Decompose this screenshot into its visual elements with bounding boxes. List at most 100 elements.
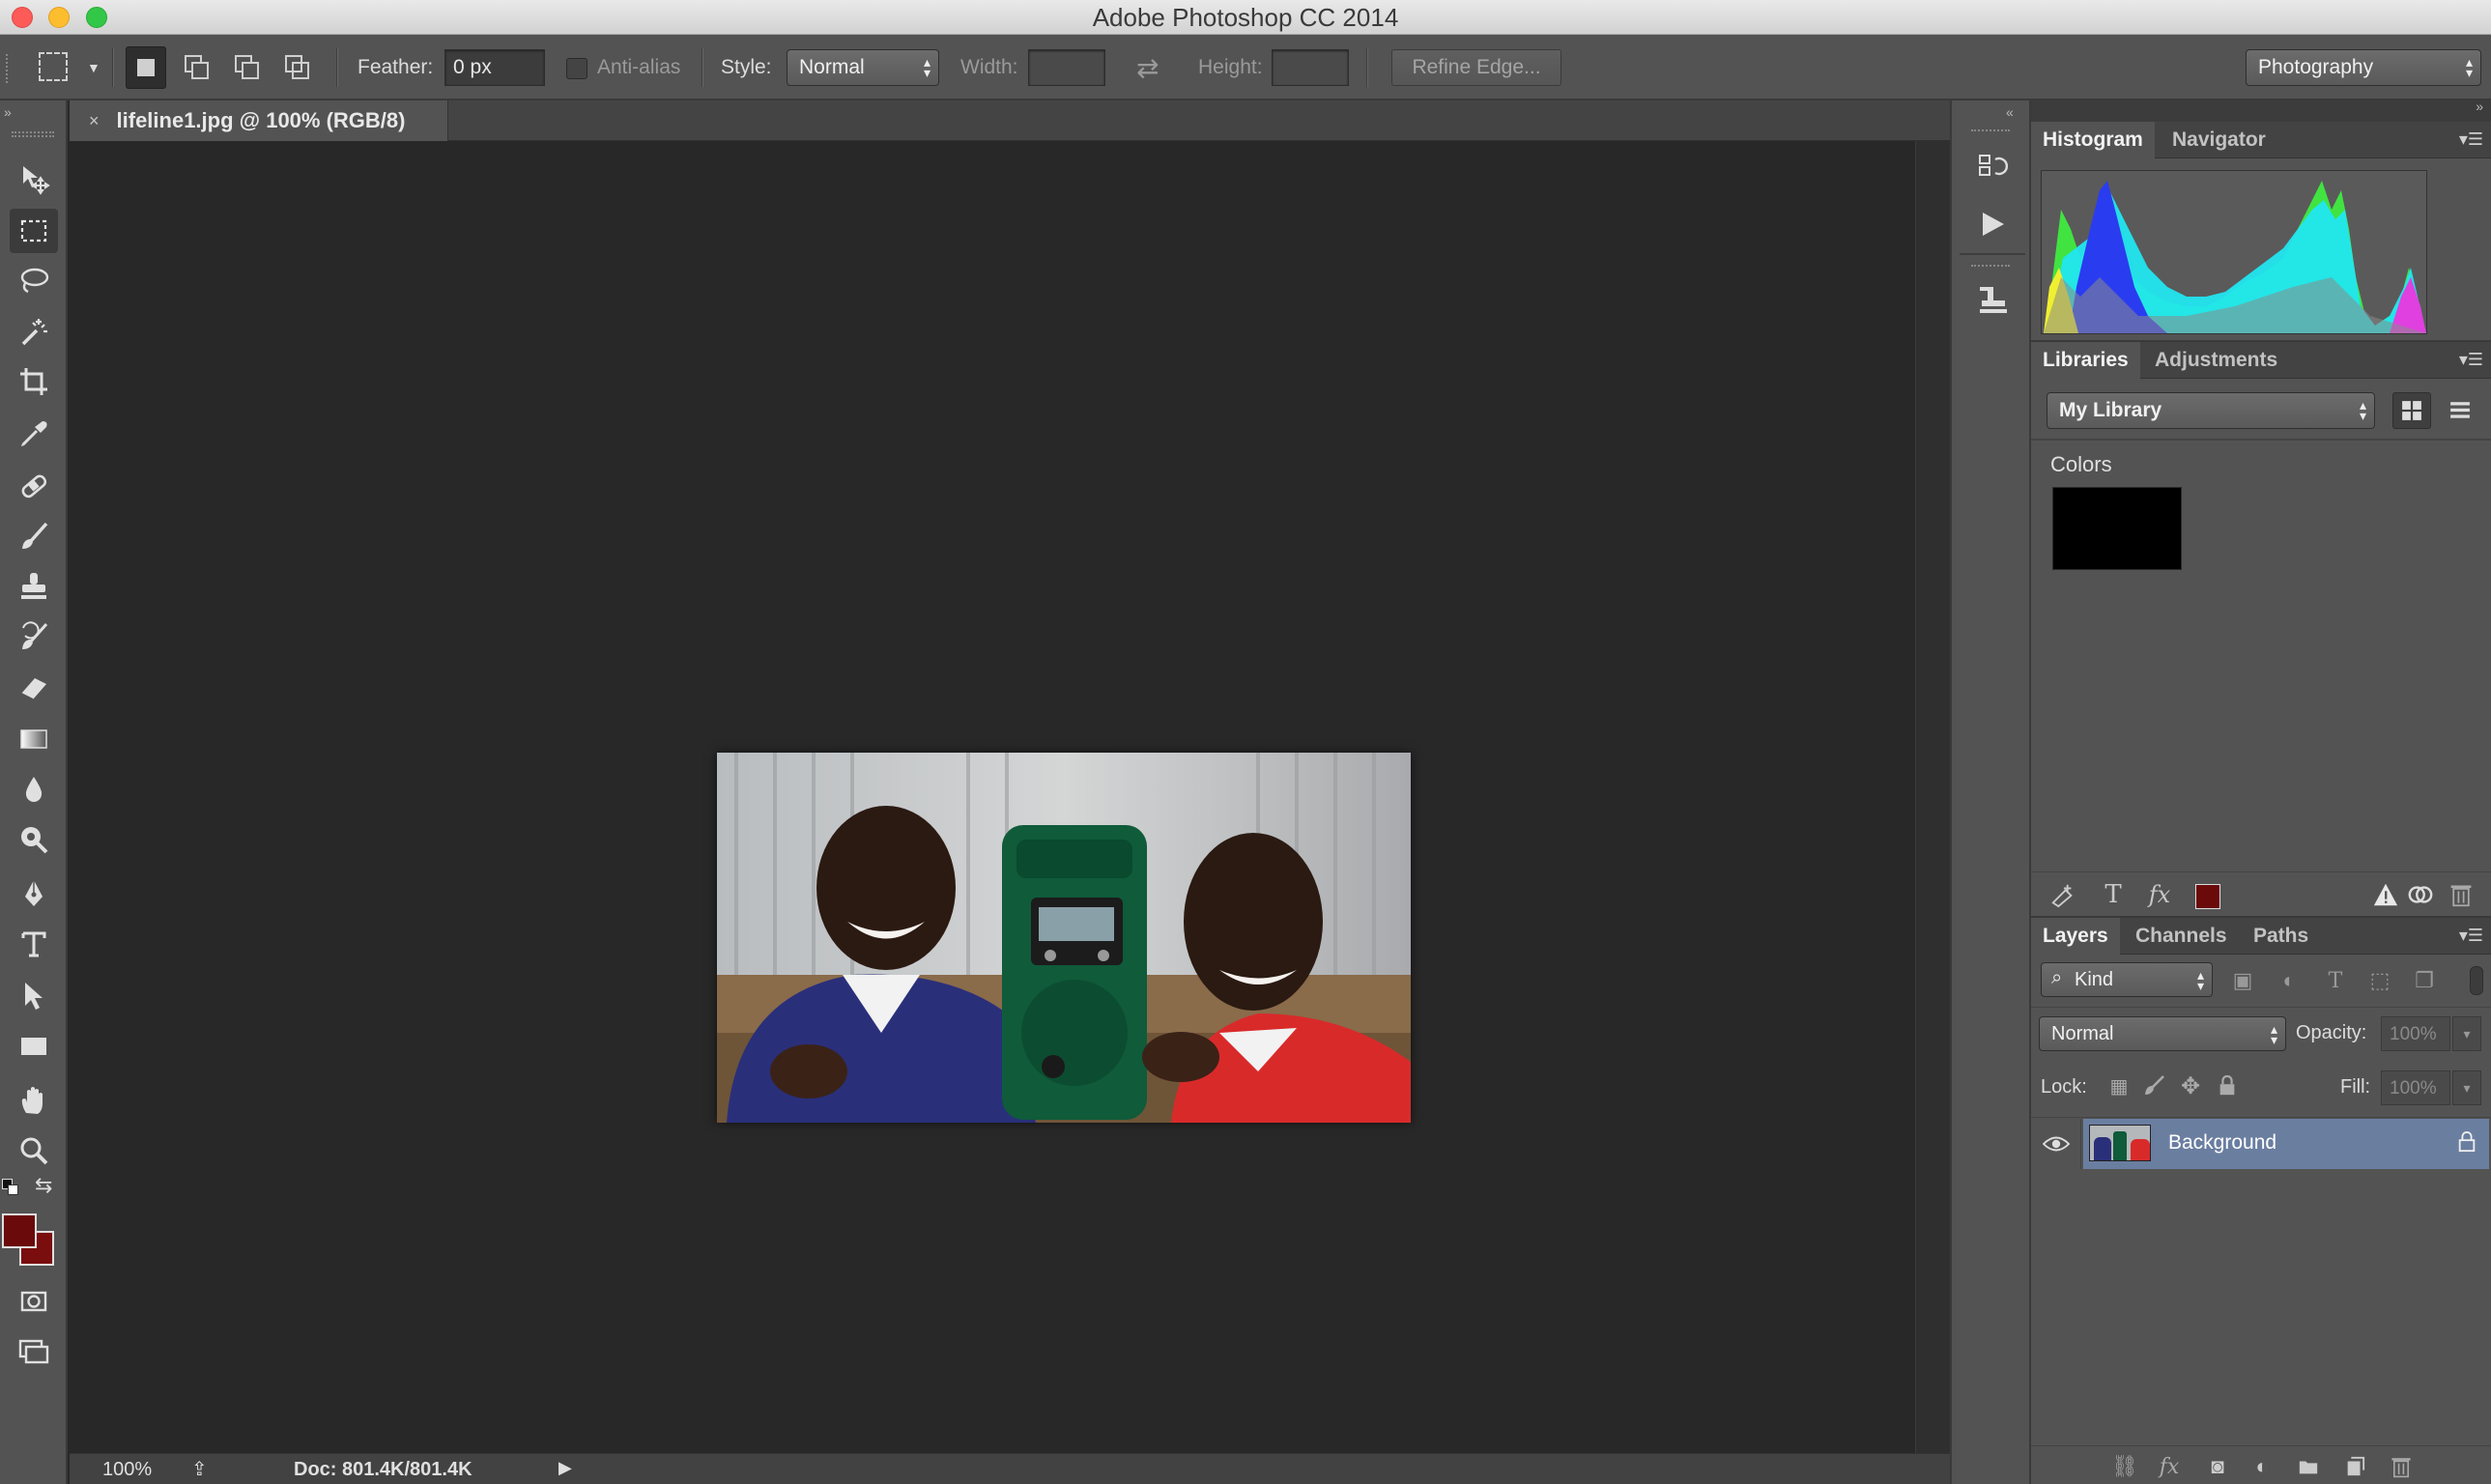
tools-panel-grip[interactable] xyxy=(12,131,54,137)
dock-grip[interactable] xyxy=(1971,129,2010,135)
canvas-vertical-scrollbar[interactable] xyxy=(1915,141,1950,1453)
filter-shape-layers-icon[interactable]: ⬚ xyxy=(2363,964,2396,997)
screen-mode-button[interactable] xyxy=(10,1329,58,1374)
history-panel-icon[interactable] xyxy=(1971,147,2014,189)
add-layer-style-icon[interactable]: fx xyxy=(2153,1450,2186,1483)
tab-channels[interactable]: Channels xyxy=(2124,918,2239,955)
tab-layers[interactable]: Layers xyxy=(2031,918,2120,955)
add-layer-style-icon[interactable]: fx xyxy=(2143,878,2176,911)
new-adjustment-layer-icon[interactable]: ◐ xyxy=(2246,1450,2278,1483)
quick-mask-mode-button[interactable] xyxy=(10,1279,58,1324)
options-bar-grip[interactable] xyxy=(6,54,10,83)
zoom-level[interactable]: 100% xyxy=(102,1459,152,1481)
path-selection-tool[interactable] xyxy=(10,974,58,1018)
tab-libraries[interactable]: Libraries xyxy=(2031,342,2140,379)
close-document-icon[interactable]: × xyxy=(89,111,100,131)
filter-type-layers-icon[interactable]: T xyxy=(2319,964,2352,997)
document-image[interactable] xyxy=(717,753,1411,1123)
feather-input[interactable]: 0 px xyxy=(444,49,545,86)
add-graphic-icon[interactable] xyxy=(2047,878,2079,911)
refine-edge-button[interactable]: Refine Edge... xyxy=(1391,49,1561,86)
opacity-input[interactable]: 100% xyxy=(2381,1016,2450,1051)
new-group-icon[interactable] xyxy=(2292,1450,2325,1483)
add-character-style-icon[interactable]: T xyxy=(2097,878,2130,911)
share-icon[interactable]: ⇪ xyxy=(191,1457,208,1481)
panel-menu-icon[interactable]: ▾☰ xyxy=(2459,129,2483,150)
hand-tool[interactable] xyxy=(10,1078,58,1123)
lock-transparent-pixels-icon[interactable]: ▦ xyxy=(2104,1070,2133,1101)
layer-visibility-toggle[interactable] xyxy=(2031,1119,2081,1169)
filter-pixel-layers-icon[interactable]: ▣ xyxy=(2226,964,2259,997)
clone-source-panel-icon[interactable] xyxy=(1971,278,2014,321)
lock-position-icon[interactable]: ✥ xyxy=(2176,1070,2205,1101)
zoom-tool[interactable] xyxy=(10,1128,58,1173)
library-color-swatch[interactable] xyxy=(2052,487,2182,570)
crop-tool[interactable] xyxy=(10,359,58,404)
actions-panel-icon[interactable] xyxy=(1971,203,2014,245)
tab-navigator[interactable]: Navigator xyxy=(2161,122,2277,158)
delete-layer-icon[interactable] xyxy=(2385,1450,2418,1483)
add-foreground-color-icon[interactable] xyxy=(2195,884,2220,909)
creative-cloud-sync-icon[interactable] xyxy=(2404,878,2437,911)
filter-toggle[interactable] xyxy=(2470,966,2483,995)
width-input[interactable] xyxy=(1028,49,1105,86)
filter-smart-objects-icon[interactable]: ❐ xyxy=(2408,964,2441,997)
document-tab[interactable]: × lifeline1.jpg @ 100% (RGB/8) xyxy=(70,100,448,141)
default-colors-icon[interactable] xyxy=(2,1179,19,1196)
workspace-select[interactable]: Photography ▴ ▾ xyxy=(2246,49,2481,86)
clone-stamp-tool[interactable] xyxy=(10,564,58,609)
lasso-tool[interactable] xyxy=(10,259,58,303)
move-tool[interactable] xyxy=(10,157,58,201)
eraser-tool[interactable] xyxy=(10,665,58,709)
blend-mode-select[interactable]: Normal ▴ ▾ xyxy=(2039,1016,2286,1051)
gradient-tool[interactable] xyxy=(10,717,58,761)
opacity-dropdown-icon[interactable]: ▾ xyxy=(2452,1016,2481,1051)
add-to-selection-button[interactable] xyxy=(177,46,217,89)
layer-filter-select[interactable]: ⌕ Kind ▴ ▾ xyxy=(2041,962,2213,997)
panel-menu-icon[interactable]: ▾☰ xyxy=(2459,926,2483,946)
list-view-button[interactable] xyxy=(2441,392,2479,429)
history-brush-tool[interactable] xyxy=(10,614,58,659)
lock-all-icon[interactable] xyxy=(2213,1070,2242,1101)
spot-healing-brush-tool[interactable] xyxy=(10,464,58,508)
marquee-tool-preset-icon[interactable] xyxy=(39,52,68,81)
new-selection-button[interactable] xyxy=(126,46,166,89)
fill-dropdown-icon[interactable]: ▾ xyxy=(2452,1070,2481,1105)
panel-menu-icon[interactable]: ▾☰ xyxy=(2459,350,2483,370)
filter-adjustment-layers-icon[interactable]: ◐ xyxy=(2273,964,2305,997)
new-layer-icon[interactable] xyxy=(2338,1450,2371,1483)
swap-width-height-icon[interactable]: ⇄ xyxy=(1136,35,1159,100)
eyedropper-tool[interactable] xyxy=(10,412,58,456)
tab-histogram[interactable]: Histogram xyxy=(2031,122,2155,158)
subtract-from-selection-button[interactable] xyxy=(227,46,268,89)
document-canvas[interactable] xyxy=(70,141,1915,1453)
style-select[interactable]: Normal ▴ ▾ xyxy=(787,49,939,86)
collapse-panel-icon[interactable]: » xyxy=(2476,99,2483,114)
height-input[interactable] xyxy=(1272,49,1349,86)
status-menu-arrow-icon[interactable]: ▶ xyxy=(558,1458,572,1478)
grid-view-button[interactable] xyxy=(2392,392,2431,429)
magic-wand-tool[interactable] xyxy=(10,309,58,354)
dodge-tool[interactable] xyxy=(10,817,58,862)
tab-paths[interactable]: Paths xyxy=(2242,918,2320,955)
collapse-tools-icon[interactable]: » xyxy=(4,104,12,120)
type-tool[interactable] xyxy=(10,922,58,966)
brush-tool[interactable] xyxy=(10,514,58,558)
blur-tool[interactable] xyxy=(10,767,58,812)
add-layer-mask-icon[interactable]: ◙ xyxy=(2201,1450,2234,1483)
expand-panels-icon[interactable]: « xyxy=(2006,104,2014,120)
fill-input[interactable]: 100% xyxy=(2381,1070,2450,1105)
layer-name[interactable]: Background xyxy=(2168,1131,2276,1155)
layer-row[interactable]: Background xyxy=(2031,1119,2491,1169)
delete-library-item-icon[interactable] xyxy=(2445,878,2477,911)
tab-adjustments[interactable]: Adjustments xyxy=(2143,342,2289,379)
dock-grip[interactable] xyxy=(1971,265,2010,271)
intersect-with-selection-button[interactable] xyxy=(277,46,318,89)
lock-image-pixels-icon[interactable] xyxy=(2139,1070,2168,1101)
warning-icon[interactable] xyxy=(2369,878,2402,911)
library-select[interactable]: My Library ▴ ▾ xyxy=(2047,392,2375,429)
rectangular-marquee-tool[interactable] xyxy=(10,209,58,253)
pen-tool[interactable] xyxy=(10,871,58,916)
rectangle-tool[interactable] xyxy=(10,1024,58,1069)
foreground-color-swatch[interactable] xyxy=(2,1213,37,1248)
